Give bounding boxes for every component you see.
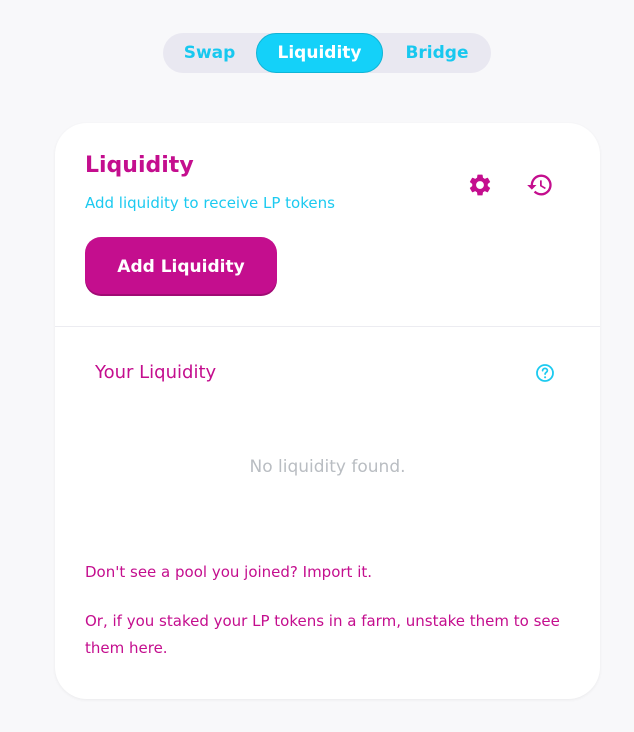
empty-state-message: No liquidity found. (249, 457, 406, 477)
liquidity-card: Liquidity Add liquidity to receive LP to… (55, 123, 600, 699)
unstake-hint: Or, if you staked your LP tokens in a fa… (85, 612, 560, 657)
divider (55, 326, 600, 327)
page-subtitle: Add liquidity to receive LP tokens (85, 194, 335, 212)
tab-swap[interactable]: Swap (163, 33, 256, 73)
history-icon (527, 174, 552, 196)
add-liquidity-button[interactable]: Add Liquidity (85, 237, 277, 296)
import-pool-link[interactable]: Don't see a pool you joined? Import it. (85, 563, 372, 581)
question-circle-icon (536, 364, 554, 382)
gear-icon (469, 174, 491, 196)
settings-button[interactable] (464, 169, 496, 201)
page-title: Liquidity (85, 153, 194, 178)
history-button[interactable] (524, 169, 556, 201)
help-button[interactable] (535, 363, 555, 383)
exchange-tab-group: Swap Liquidity Bridge (163, 33, 491, 73)
tab-liquidity[interactable]: Liquidity (256, 33, 383, 73)
tab-bridge[interactable]: Bridge (383, 33, 491, 73)
your-liquidity-heading: Your Liquidity (95, 362, 217, 383)
